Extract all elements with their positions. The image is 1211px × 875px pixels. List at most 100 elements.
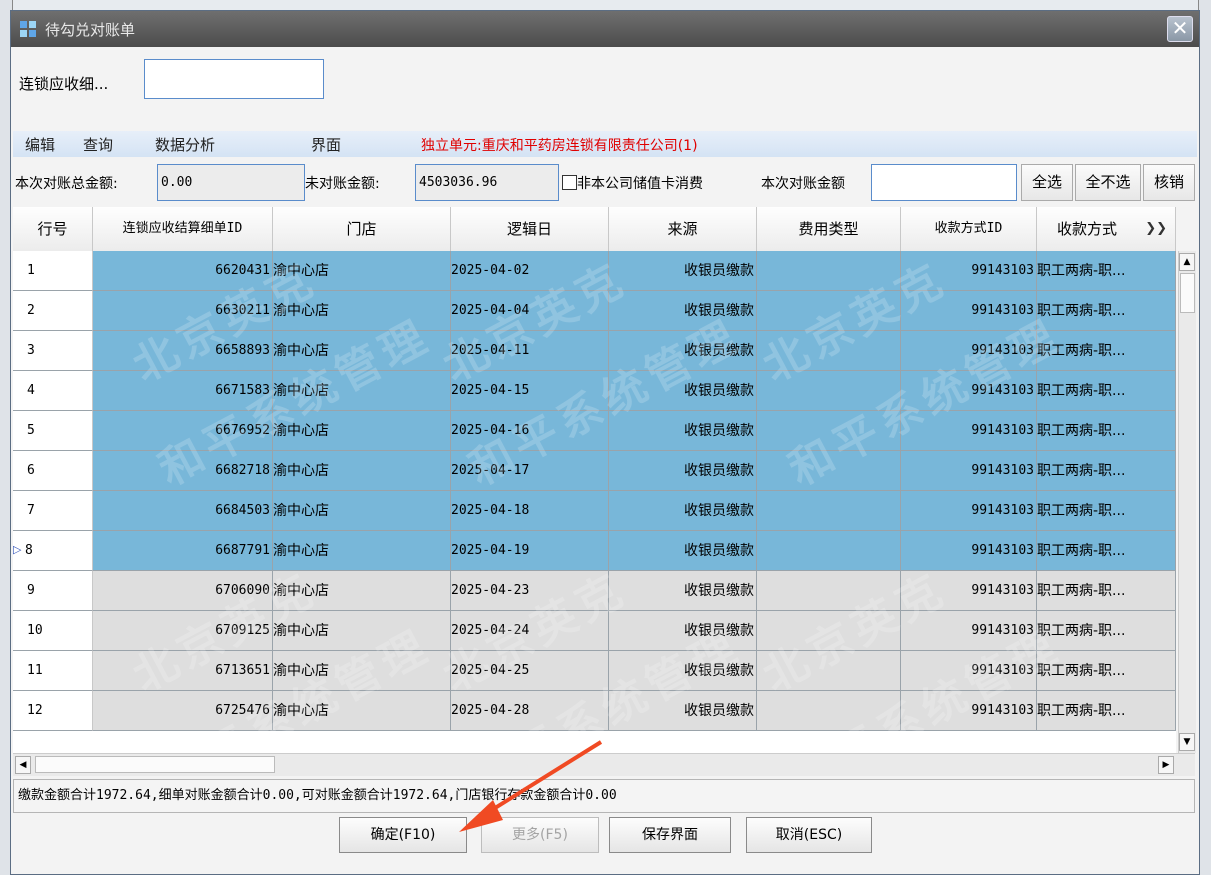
- cell-payment-method: 职工两病-职...: [1037, 491, 1176, 531]
- table-row[interactable]: 10 6709125 渝中心店 2025-04-24 收银员缴款 99143103 职工两病…: [13, 611, 1176, 651]
- cell-store: 渝中心店: [273, 571, 451, 611]
- cell-logic-date: 2025-04-23: [451, 571, 609, 611]
- table-row[interactable]: 4 6671583 渝中心店 2025-04-15 收银员缴款 99143103 职工两病-…: [13, 371, 1176, 411]
- cell-source: 收银员缴款: [609, 691, 757, 731]
- col-payment-method[interactable]: 收款方式 ❯❯: [1037, 207, 1176, 251]
- filter-input[interactable]: [144, 59, 324, 99]
- current-amount-label: 本次对账金额: [761, 176, 845, 192]
- cell-source: 收银员缴款: [609, 491, 757, 531]
- deselect-all-button[interactable]: 全不选: [1075, 164, 1141, 201]
- cell-fee-type: [757, 411, 901, 451]
- vertical-scroll-thumb[interactable]: [1180, 273, 1195, 313]
- close-button[interactable]: ✕: [1167, 16, 1193, 42]
- table-row[interactable]: 5 6676952 渝中心店 2025-04-16 收银员缴款 99143103 职工两病-…: [13, 411, 1176, 451]
- cell-store: 渝中心店: [273, 451, 451, 491]
- cell-fee-type: [757, 291, 901, 331]
- close-icon: ✕: [1171, 16, 1189, 40]
- col-settlement-id[interactable]: 连锁应收结算细单ID: [93, 207, 273, 251]
- table-row[interactable]: 9 6706090 渝中心店 2025-04-23 收银员缴款 99143103 职工两病-…: [13, 571, 1176, 611]
- cell-source: 收银员缴款: [609, 571, 757, 611]
- menu-edit[interactable]: 编辑: [25, 134, 55, 155]
- cell-settlement-id: 6709125: [93, 611, 273, 651]
- cell-payment-method-id: 99143103: [901, 571, 1037, 611]
- col-payment-method-id[interactable]: 收款方式ID: [901, 207, 1037, 251]
- cell-payment-method: 职工两病-职...: [1037, 251, 1176, 291]
- col-logic-date[interactable]: 逻辑日: [451, 207, 609, 251]
- toolbar: 本次对账总金额: 0.00 未对账金额: 4503036.96 非本公司储值卡消…: [13, 161, 1197, 205]
- cell-source: 收银员缴款: [609, 451, 757, 491]
- cell-fee-type: [757, 611, 901, 651]
- current-amount-input[interactable]: [871, 164, 1017, 201]
- cell-store: 渝中心店: [273, 691, 451, 731]
- cell-row-number: 10: [13, 611, 93, 651]
- cell-logic-date: 2025-04-24: [451, 611, 609, 651]
- cell-row-number: 3: [13, 331, 93, 371]
- window-icon: [20, 21, 36, 37]
- scroll-right-icon[interactable]: ▶: [1158, 756, 1174, 774]
- table-row[interactable]: 3 6658893 渝中心店 2025-04-11 收银员缴款 99143103 职工两病-…: [13, 331, 1176, 371]
- scroll-down-icon[interactable]: ▼: [1179, 733, 1195, 751]
- cell-logic-date: 2025-04-18: [451, 491, 609, 531]
- unreconciled-amount-field[interactable]: 4503036.96: [415, 164, 559, 201]
- menu-bar: 编辑 查询 数据分析 界面 独立单元:重庆和平药房连锁有限责任公司(1): [13, 131, 1197, 157]
- verify-button[interactable]: 核销: [1143, 164, 1195, 201]
- cell-payment-method: 职工两病-职...: [1037, 291, 1176, 331]
- table-row[interactable]: 7 6684503 渝中心店 2025-04-18 收银员缴款 99143103 职工两病-…: [13, 491, 1176, 531]
- col-store[interactable]: 门店: [273, 207, 451, 251]
- window-title: 待勾兑对账单: [45, 21, 136, 39]
- cell-logic-date: 2025-04-15: [451, 371, 609, 411]
- cell-fee-type: [757, 571, 901, 611]
- cell-payment-method: 职工两病-职...: [1037, 531, 1176, 571]
- cell-row-number: 7: [13, 491, 93, 531]
- cell-source: 收银员缴款: [609, 291, 757, 331]
- select-all-button[interactable]: 全选: [1021, 164, 1073, 201]
- confirm-button[interactable]: 确定(F10): [339, 817, 467, 853]
- cell-source: 收银员缴款: [609, 251, 757, 291]
- table-row[interactable]: 12 6725476 渝中心店 2025-04-28 收银员缴款 99143103 职工两病…: [13, 691, 1176, 731]
- cell-source: 收银员缴款: [609, 331, 757, 371]
- scroll-left-icon[interactable]: ◀: [15, 756, 31, 774]
- cell-store: 渝中心店: [273, 371, 451, 411]
- total-amount-field[interactable]: 0.00: [157, 164, 305, 201]
- cell-payment-method: 职工两病-职...: [1037, 451, 1176, 491]
- non-company-card-checkbox[interactable]: [562, 175, 577, 190]
- cell-store: 渝中心店: [273, 491, 451, 531]
- save-layout-button[interactable]: 保存界面: [609, 817, 731, 853]
- cancel-button[interactable]: 取消(ESC): [746, 817, 872, 853]
- cell-fee-type: [757, 251, 901, 291]
- menu-layout[interactable]: 界面: [311, 134, 341, 155]
- scroll-up-icon[interactable]: ▲: [1179, 253, 1195, 271]
- cell-payment-method: 职工两病-职...: [1037, 411, 1176, 451]
- vertical-scrollbar[interactable]: ▲ ▼: [1178, 251, 1196, 753]
- cell-fee-type: [757, 331, 901, 371]
- horizontal-scroll-thumb[interactable]: [35, 756, 275, 773]
- cell-payment-method-id: 99143103: [901, 371, 1037, 411]
- table-row[interactable]: 2 6630211 渝中心店 2025-04-04 收银员缴款 99143103 职工两病-…: [13, 291, 1176, 331]
- cell-settlement-id: 6671583: [93, 371, 273, 411]
- col-source[interactable]: 来源: [609, 207, 757, 251]
- cell-payment-method-id: 99143103: [901, 291, 1037, 331]
- col-payment-method-label: 收款方式: [1057, 220, 1118, 238]
- table-row[interactable]: ▷ 8 6687791 渝中心店 2025-04-19 收银员缴款 99143103 职工两病…: [13, 531, 1176, 571]
- cell-row-number: 6: [13, 451, 93, 491]
- independent-unit-label: 独立单元:重庆和平药房连锁有限责任公司(1): [421, 138, 698, 154]
- cell-store: 渝中心店: [273, 611, 451, 651]
- table-row[interactable]: 6 6682718 渝中心店 2025-04-17 收银员缴款 99143103 职工两病-…: [13, 451, 1176, 491]
- cell-store: 渝中心店: [273, 411, 451, 451]
- cell-source: 收银员缴款: [609, 611, 757, 651]
- cell-logic-date: 2025-04-16: [451, 411, 609, 451]
- cell-payment-method-id: 99143103: [901, 331, 1037, 371]
- cell-row-number: 5: [13, 411, 93, 451]
- col-fee-type[interactable]: 费用类型: [757, 207, 901, 251]
- table-row[interactable]: 11 6713651 渝中心店 2025-04-25 收银员缴款 99143103 职工两病…: [13, 651, 1176, 691]
- cell-settlement-id: 6630211: [93, 291, 273, 331]
- cell-logic-date: 2025-04-17: [451, 451, 609, 491]
- cell-payment-method: 职工两病-职...: [1037, 691, 1176, 731]
- cell-settlement-id: 6682718: [93, 451, 273, 491]
- menu-query[interactable]: 查询: [83, 134, 113, 155]
- cell-payment-method-id: 99143103: [901, 691, 1037, 731]
- table-row[interactable]: 1 6620431 渝中心店 2025-04-02 收银员缴款 99143103 职工两病-…: [13, 251, 1176, 291]
- menu-data-analysis[interactable]: 数据分析: [155, 134, 215, 155]
- cell-logic-date: 2025-04-19: [451, 531, 609, 571]
- col-row-number[interactable]: 行号: [13, 207, 93, 251]
